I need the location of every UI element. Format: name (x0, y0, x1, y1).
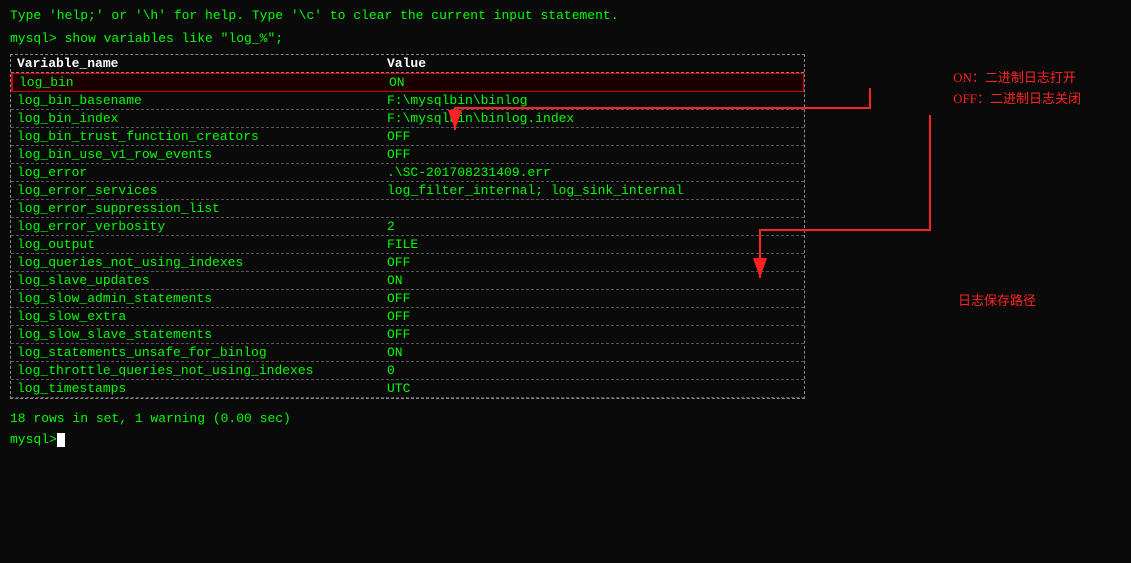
variable-name-cell: log_timestamps (11, 380, 381, 397)
variable-value-cell (381, 200, 801, 217)
variable-value-cell: OFF (381, 290, 801, 307)
variable-value-cell: OFF (381, 308, 801, 325)
table-row: log_error_suppression_list (11, 200, 804, 218)
table-row: log_queries_not_using_indexesOFF (11, 254, 804, 272)
table-row: log_error_verbosity2 (11, 218, 804, 236)
command-line: mysql> show variables like "log_%"; (10, 31, 1121, 46)
variable-value-cell: ON (381, 272, 801, 289)
variable-value-cell: OFF (381, 326, 801, 343)
variable-name-cell: log_throttle_queries_not_using_indexes (11, 362, 381, 379)
table-row: log_slow_extraOFF (11, 308, 804, 326)
variable-value-cell: ON (381, 344, 801, 361)
variable-value-cell: .\SC-201708231409.err (381, 164, 801, 181)
variable-value-cell: 2 (381, 218, 801, 235)
variable-value-cell: FILE (381, 236, 801, 253)
intro-text: Type 'help;' or '\h' for help. Type '\c'… (10, 8, 1121, 23)
variable-value-cell: OFF (381, 128, 801, 145)
prompt-text: mysql> (10, 432, 57, 447)
prompt-line: mysql> (10, 432, 1121, 447)
variable-name-cell: log_bin_trust_function_creators (11, 128, 381, 145)
variable-name-cell: log_bin_basename (11, 92, 381, 109)
table-row: log_bin_basenameF:\mysqlbin\binlog (11, 92, 804, 110)
footer-text: 18 rows in set, 1 warning (0.00 sec) (10, 411, 1121, 426)
variables-table: Variable_name Value log_binONlog_bin_bas… (10, 54, 805, 399)
variable-name-cell: log_error_services (11, 182, 381, 199)
table-row: log_bin_trust_function_creatorsOFF (11, 128, 804, 146)
variable-value-cell: log_filter_internal; log_sink_internal (381, 182, 801, 199)
table-row: log_slow_slave_statementsOFF (11, 326, 804, 344)
table-row: log_throttle_queries_not_using_indexes0 (11, 362, 804, 380)
variable-name-cell: log_output (11, 236, 381, 253)
variable-value-cell: OFF (381, 146, 801, 163)
variable-name-cell: log_error (11, 164, 381, 181)
table-row: log_error_serviceslog_filter_internal; l… (11, 182, 804, 200)
variable-name-cell: log_queries_not_using_indexes (11, 254, 381, 271)
variable-value-cell: F:\mysqlbin\binlog (381, 92, 801, 109)
variable-name-cell: log_slow_extra (11, 308, 381, 325)
variable-value-cell: 0 (381, 362, 801, 379)
table-row: log_statements_unsafe_for_binlogON (11, 344, 804, 362)
variable-value-cell: ON (383, 74, 803, 91)
variable-name-cell: log_slow_admin_statements (11, 290, 381, 307)
variable-name-cell: log_bin_index (11, 110, 381, 127)
table-row: log_timestampsUTC (11, 380, 804, 398)
variable-name-cell: log_bin (13, 74, 383, 91)
table-row: log_error.\SC-201708231409.err (11, 164, 804, 182)
variable-name-cell: log_slow_slave_statements (11, 326, 381, 343)
table-row: log_bin_use_v1_row_eventsOFF (11, 146, 804, 164)
variable-name-cell: log_error_verbosity (11, 218, 381, 235)
variable-name-cell: log_slave_updates (11, 272, 381, 289)
table-row: log_slave_updatesON (11, 272, 804, 290)
col1-header: Variable_name (11, 55, 381, 72)
variable-value-cell: UTC (381, 380, 801, 397)
table-row: log_slow_admin_statementsOFF (11, 290, 804, 308)
table-header: Variable_name Value (11, 55, 804, 73)
variable-name-cell: log_statements_unsafe_for_binlog (11, 344, 381, 361)
cursor (57, 433, 65, 447)
terminal-window: Type 'help;' or '\h' for help. Type '\c'… (0, 0, 1131, 455)
table-row: log_outputFILE (11, 236, 804, 254)
variable-value-cell: F:\mysqlbin\binlog.index (381, 110, 801, 127)
col2-header: Value (381, 55, 801, 72)
variable-value-cell: OFF (381, 254, 801, 271)
variable-name-cell: log_error_suppression_list (11, 200, 381, 217)
variable-name-cell: log_bin_use_v1_row_events (11, 146, 381, 163)
table-row: log_bin_indexF:\mysqlbin\binlog.index (11, 110, 804, 128)
table-row: log_binON (11, 73, 804, 92)
